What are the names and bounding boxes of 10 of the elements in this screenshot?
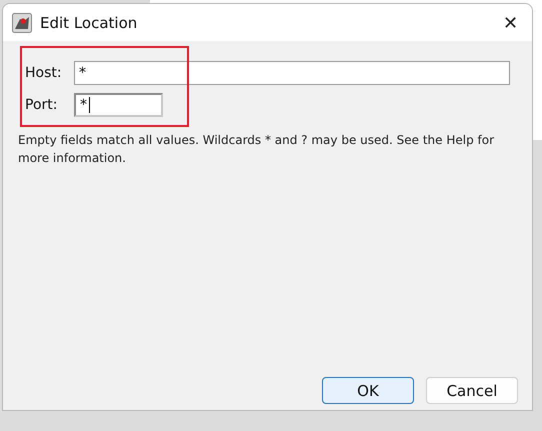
input-field[interactable]: * xyxy=(74,93,163,117)
ok-button[interactable]: OK xyxy=(322,377,414,404)
close-button[interactable]: ✕ xyxy=(495,10,526,36)
window-title: Edit Location xyxy=(40,14,138,32)
input-field[interactable]: * xyxy=(74,61,510,85)
cancel-button[interactable]: Cancel xyxy=(426,377,518,404)
app-icon xyxy=(12,12,32,32)
field-label: Host: xyxy=(25,65,63,81)
field-label: Port: xyxy=(25,97,58,113)
help-text: Empty fields match all values. Wildcards * and ? may be used. See the Help for more information. xyxy=(18,132,495,167)
